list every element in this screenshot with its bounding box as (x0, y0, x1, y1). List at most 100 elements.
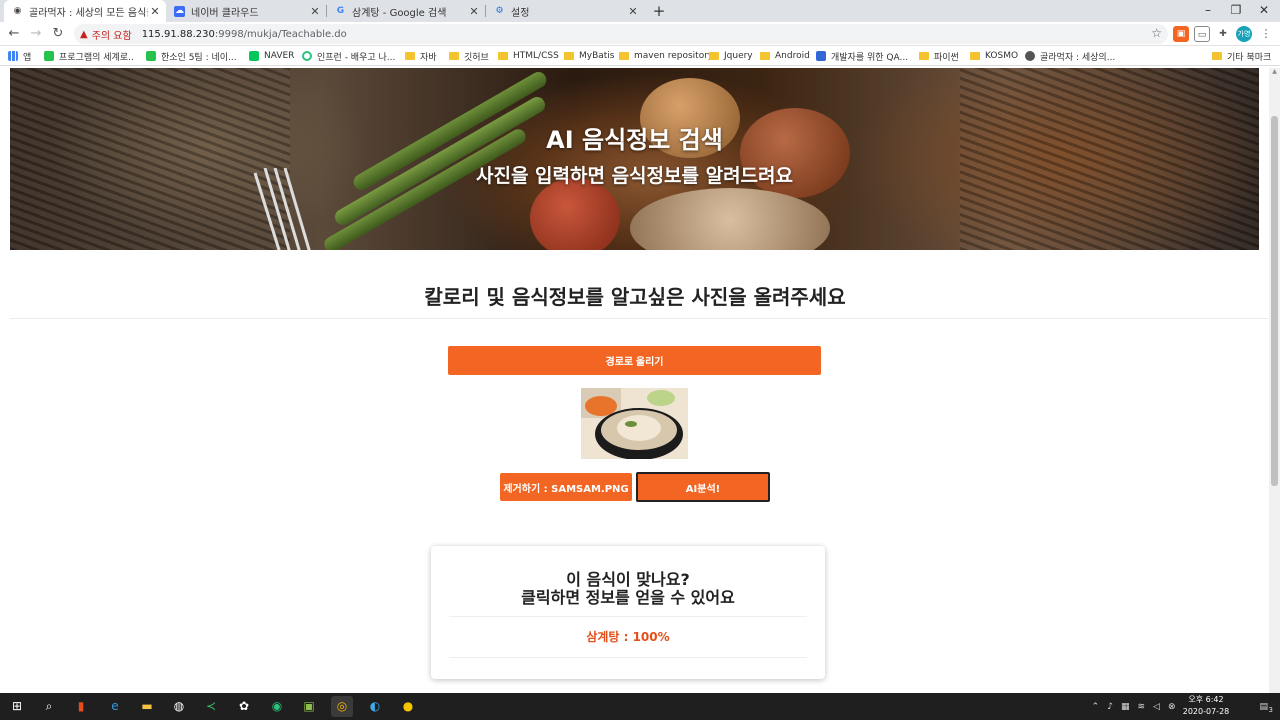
taskbar-app4[interactable]: ● (397, 696, 419, 717)
bookmark-item[interactable]: 프로그램의 세계로.. (44, 49, 134, 63)
minimize-button[interactable]: – (1194, 0, 1222, 20)
tab-strip: ◉ 골라먹자 : 세상의 모든 음식을 : ✕ ☁ 네이버 클라우드 ✕ G 삼… (0, 0, 1280, 22)
notification-center-icon[interactable]: ▤ 3 (1259, 702, 1273, 714)
divider (10, 318, 1280, 319)
gear-icon: ⚙ (495, 6, 504, 16)
google-icon: G (336, 6, 345, 16)
forward-icon[interactable]: → (27, 25, 45, 43)
taskbar-app2[interactable]: ◉ (266, 696, 288, 717)
bookmark-folder[interactable]: Jquery (709, 49, 753, 63)
bookmark-other[interactable]: 기타 북마크 (1212, 49, 1271, 63)
bookmark-item[interactable]: NAVER (249, 49, 294, 63)
cast-icon[interactable]: ▭ (1194, 26, 1210, 42)
bookmark-folder[interactable]: maven repository (619, 49, 713, 63)
green-site-icon (146, 51, 156, 61)
taskbar-edge[interactable]: ◐ (364, 696, 386, 717)
result-card[interactable]: 이 음식이 맞나요? 클릭하면 정보를 얻을 수 있어요 삼계탕 : 100% (431, 546, 825, 679)
bookmark-item[interactable]: 한소인 5팀 : 네이... (146, 49, 237, 63)
bookmark-folder[interactable]: HTML/CSS (498, 49, 559, 63)
extension-icon[interactable]: ▣ (1173, 26, 1189, 42)
tab-naver-cloud[interactable]: ☁ 네이버 클라우드 ✕ (166, 0, 326, 22)
bark-texture (10, 68, 290, 250)
bookmark-label: Jquery (724, 51, 753, 61)
vscode-icon: ≺ (205, 699, 217, 713)
omnibox[interactable]: ▲ 주의 요함 115.91.88.230:9998/mukja/Teachab… (74, 24, 1168, 44)
tab-label: 골라먹자 : 세상의 모든 음식을 : (29, 7, 148, 19)
scrollbar-thumb[interactable] (1271, 116, 1278, 486)
taskbar-chrome[interactable]: ◎ (331, 696, 353, 717)
taskbar-eclipse[interactable]: ✿ (233, 696, 255, 717)
bookmark-label: 골라먹자 : 세상의... (1040, 52, 1116, 63)
close-tab-icon[interactable]: ✕ (626, 5, 640, 18)
prediction-result[interactable]: 삼계탕 : 100% (431, 628, 825, 645)
app4-icon: ● (402, 699, 414, 713)
folder-icon (709, 52, 719, 60)
security-warning[interactable]: 주의 요함 (92, 27, 132, 42)
new-tab-button[interactable]: + (650, 2, 668, 20)
bookmark-folder[interactable]: 자바 (405, 49, 437, 63)
ai-analyze-button[interactable]: AI분석! (636, 472, 770, 502)
bookmark-folder[interactable]: MyBatis (564, 49, 615, 63)
taskbar-vscode[interactable]: ≺ (200, 696, 222, 717)
tab-google-search[interactable]: G 삼계탕 - Google 검색 ✕ (327, 0, 485, 22)
scroll-up-arrow-icon[interactable]: ▲ (1270, 68, 1279, 78)
folder-icon (498, 52, 508, 60)
app3-icon: ▣ (303, 699, 315, 713)
folder-icon (1212, 52, 1222, 60)
bookmark-folder[interactable]: Android (760, 49, 810, 63)
bookmark-folder[interactable]: KOSMO (970, 49, 1018, 63)
page-heading: 칼로리 및 음식정보를 알고싶은 사진을 올려주세요 (424, 285, 846, 309)
browser-chrome: ◉ 골라먹자 : 세상의 모든 음식을 : ✕ ☁ 네이버 클라우드 ✕ G 삼… (0, 0, 1280, 68)
restore-button[interactable]: ❐ (1222, 0, 1250, 20)
microphone-icon[interactable]: ♪ (1107, 702, 1113, 712)
tab-settings[interactable]: ⚙ 설정 ✕ (486, 0, 644, 22)
cloud-icon: ☁ (174, 5, 185, 17)
folder-icon (760, 52, 770, 60)
bookmark-star-icon[interactable]: ☆ (1151, 26, 1162, 40)
page-scrollbar[interactable]: ▲ (1269, 68, 1280, 693)
status-icon[interactable]: ⊗ (1168, 702, 1176, 712)
bookmark-item[interactable]: 인프런 - 배우고 나... (302, 49, 395, 63)
back-icon[interactable]: ← (5, 25, 23, 43)
profile-avatar[interactable]: 가영 (1236, 26, 1252, 42)
folder-icon (919, 52, 929, 60)
edge-icon: ◐ (369, 699, 381, 713)
clock[interactable]: 오후 6:42 2020-07-28 (1176, 694, 1236, 718)
network-icon[interactable]: ▦ (1121, 702, 1130, 712)
url-path: :9998/mukja/Teachable.do (214, 28, 347, 40)
app-icon: ◍ (173, 699, 185, 713)
wifi-icon[interactable]: ≋ (1137, 702, 1145, 712)
tray-chevron-icon[interactable]: ⌃ (1092, 702, 1100, 712)
close-window-button[interactable]: ✕ (1250, 0, 1278, 20)
close-tab-icon[interactable]: ✕ (467, 5, 481, 18)
potato-image (530, 178, 620, 250)
reload-icon[interactable]: ↻ (49, 25, 67, 43)
bookmark-item[interactable]: 개발자를 위한 QA... (816, 49, 908, 63)
office-icon: ▮ (77, 699, 85, 713)
search-button[interactable]: ⌕ (38, 696, 60, 717)
puzzle-icon[interactable]: ✚ (1215, 26, 1231, 42)
web-page: AI 음식정보 검색 사진을 입력하면 음식정보를 알려드려요 칼로리 및 음식… (0, 68, 1280, 693)
bookmark-label: 앱 (23, 52, 32, 63)
tab-label: 삼계탕 - Google 검색 (352, 7, 447, 19)
windows-icon: ⊞ (11, 699, 23, 713)
bookmark-label: KOSMO (985, 51, 1019, 61)
menu-kebab-icon[interactable]: ⋮ (1258, 26, 1274, 42)
bookmark-folder[interactable]: 파이썬 (919, 49, 959, 63)
folder-icon (449, 52, 459, 60)
close-tab-icon[interactable]: ✕ (308, 5, 322, 18)
close-tab-icon[interactable]: ✕ (148, 5, 162, 18)
taskbar-app[interactable]: ◍ (168, 696, 190, 717)
upload-button[interactable]: 경로로 올리기 (448, 346, 821, 375)
taskbar-ie[interactable]: e (104, 696, 126, 717)
taskbar-explorer[interactable]: ▬ (136, 696, 158, 717)
volume-icon[interactable]: ◁ (1153, 702, 1160, 712)
bookmark-folder[interactable]: 깃허브 (449, 49, 489, 63)
bookmark-apps[interactable]: 앱 (8, 49, 31, 63)
start-button[interactable]: ⊞ (6, 696, 28, 717)
tab-golamukja[interactable]: ◉ 골라먹자 : 세상의 모든 음식을 : ✕ (4, 0, 166, 22)
bookmark-item[interactable]: 골라먹자 : 세상의... (1025, 49, 1115, 63)
taskbar-office[interactable]: ▮ (70, 696, 92, 717)
taskbar-app3[interactable]: ▣ (298, 696, 320, 717)
remove-image-button[interactable]: 제거하기 : SAMSAM.PNG (500, 473, 632, 501)
